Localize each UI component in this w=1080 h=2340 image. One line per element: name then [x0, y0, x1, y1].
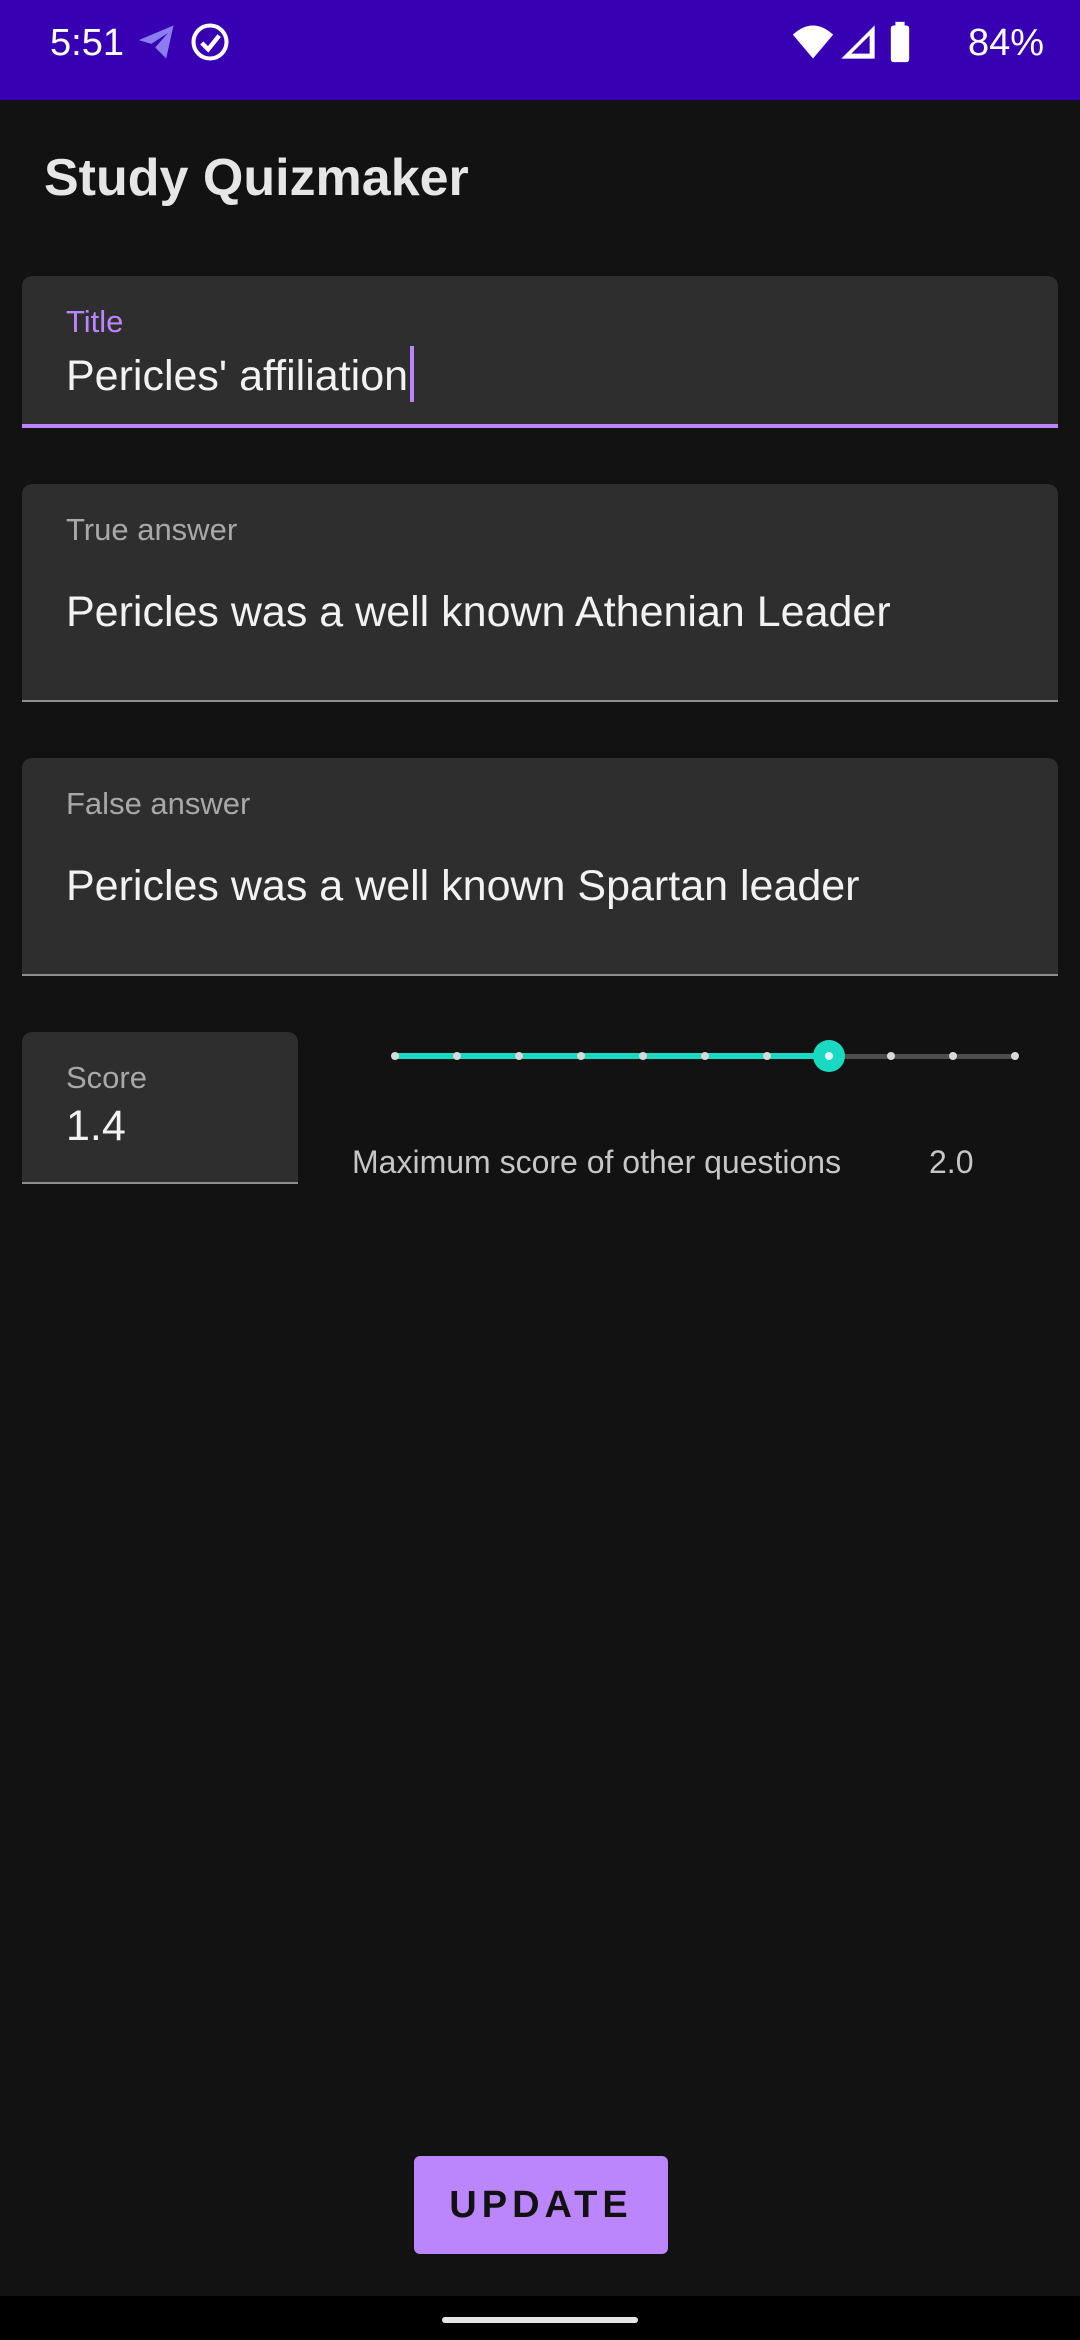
slider-tick — [949, 1052, 957, 1060]
true-answer-field-input[interactable]: Pericles was a well known Athenian Leade… — [66, 588, 891, 637]
true-answer-field[interactable]: True answer Pericles was a well known At… — [22, 484, 1058, 702]
update-button[interactable]: UPDATE — [414, 2156, 668, 2254]
slider-tick — [391, 1052, 399, 1060]
slider-caption: Maximum score of other questions — [352, 1144, 842, 1180]
slider-max-label: 2.0 — [929, 1144, 974, 1180]
slider-tick — [1011, 1052, 1019, 1060]
text-cursor — [410, 346, 415, 402]
slider-tick — [515, 1052, 523, 1060]
false-answer-field-input[interactable]: Pericles was a well known Spartan leader — [66, 862, 860, 911]
slider-tick — [701, 1052, 709, 1060]
score-field-input[interactable]: 1.4 — [66, 1102, 126, 1151]
signal-icon — [838, 20, 878, 69]
status-time: 5:51 — [50, 22, 124, 64]
status-bar: 5:51 84% — [0, 0, 1080, 100]
battery-icon — [888, 20, 912, 69]
false-answer-field[interactable]: False answer Pericles was a well known S… — [22, 758, 1058, 976]
home-indicator[interactable] — [442, 2317, 638, 2323]
title-field-input[interactable]: Pericles' affiliation — [66, 346, 415, 402]
score-field[interactable]: Score 1.4 — [22, 1032, 298, 1184]
slider-tick — [453, 1052, 461, 1060]
slider-tick — [763, 1052, 771, 1060]
false-answer-field-label: False answer — [66, 786, 251, 821]
score-field-label: Score — [66, 1060, 147, 1095]
slider-thumb[interactable] — [813, 1040, 845, 1072]
telegram-icon — [135, 20, 179, 69]
app-title: Study Quizmaker — [44, 149, 469, 207]
check-circle-icon — [188, 20, 232, 69]
battery-percentage: 84% — [967, 22, 1044, 64]
slider-tick — [639, 1052, 647, 1060]
max-score-slider[interactable] — [360, 1030, 1050, 1082]
title-field[interactable]: Title Pericles' affiliation — [22, 276, 1058, 428]
title-field-text: Pericles' affiliation — [66, 352, 409, 400]
true-answer-field-label: True answer — [66, 512, 238, 547]
slider-tick — [887, 1052, 895, 1060]
slider-tick — [577, 1052, 585, 1060]
title-field-label: Title — [66, 304, 124, 339]
wifi-icon — [790, 20, 836, 69]
